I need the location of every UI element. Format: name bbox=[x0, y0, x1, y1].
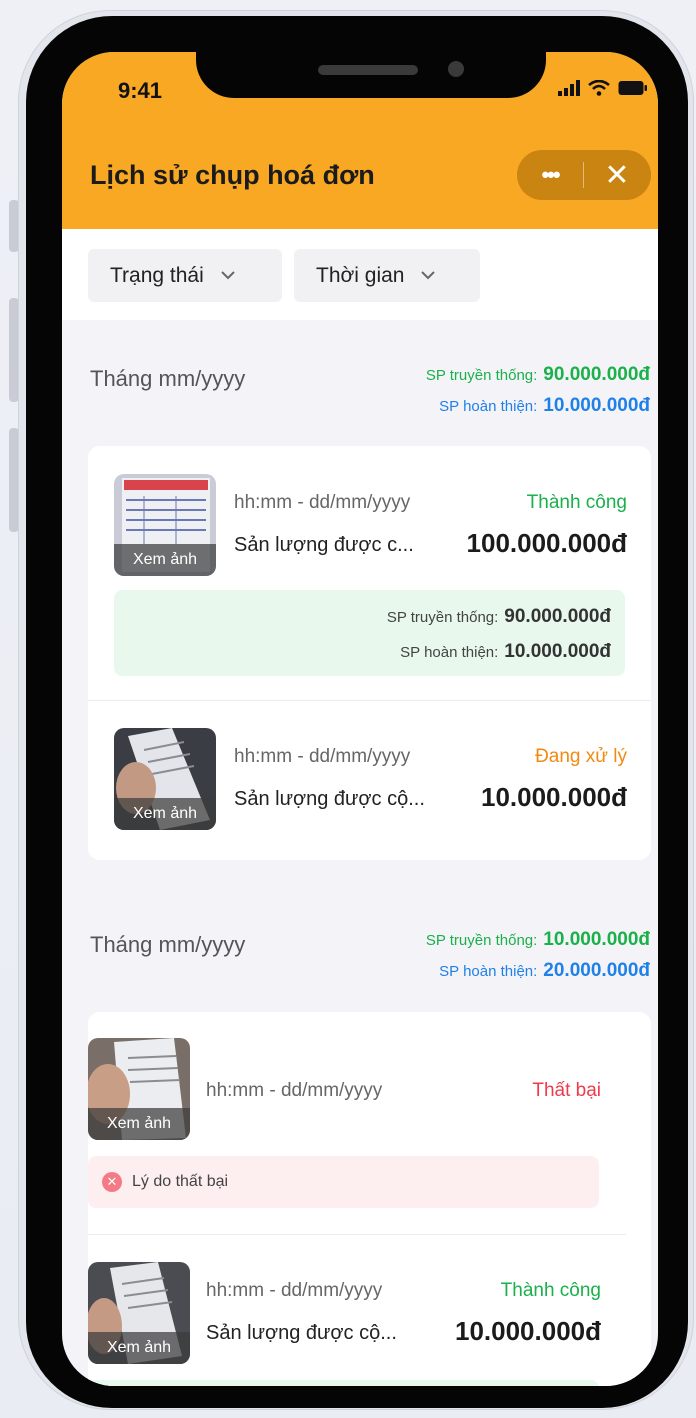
error-icon: ✕ bbox=[102, 1172, 122, 1192]
item-time: hh:mm - dd/mm/yyyy bbox=[206, 1080, 383, 1101]
view-photo-label: Xem ảnh bbox=[88, 1332, 190, 1364]
fail-reason: Lý do thất bại bbox=[132, 1173, 229, 1190]
more-button[interactable]: ••• bbox=[517, 150, 583, 200]
view-photo-label: Xem ảnh bbox=[88, 1108, 190, 1140]
filter-bar: Trạng thái Thời gian bbox=[62, 229, 658, 320]
item-time: hh:mm - dd/mm/yyyy bbox=[234, 746, 411, 767]
month-traditional-total: 10.000.000đ bbox=[543, 929, 650, 950]
battery-icon bbox=[618, 81, 647, 95]
chevron-down-icon bbox=[220, 267, 236, 285]
more-dots-icon: ••• bbox=[541, 162, 560, 187]
item-label: Sản lượng được cộ... bbox=[206, 1322, 397, 1344]
filter-status[interactable]: Trạng thái bbox=[88, 249, 282, 302]
month-totals: SP truyền thống: 90.000.000đ SP hoàn thiệ… bbox=[426, 360, 650, 422]
chevron-down-icon bbox=[420, 267, 436, 285]
divider bbox=[88, 1234, 626, 1235]
page-title: Lịch sử chụp hoá đơn bbox=[90, 160, 375, 190]
invoice-thumbnail[interactable]: Xem ảnh bbox=[114, 728, 216, 830]
invoice-card: Xem ảnh hh:mm - dd/mm/yyyy Thất bại ✕ Lý… bbox=[88, 1012, 651, 1386]
month-label: Tháng mm/yyyy bbox=[90, 366, 246, 391]
status-processing: Đang xử lý bbox=[535, 746, 627, 767]
invoice-thumbnail[interactable]: Xem ảnh bbox=[88, 1038, 190, 1140]
filter-status-label: Trạng thái bbox=[110, 263, 204, 287]
month-finished-total: 10.000.000đ bbox=[543, 395, 650, 416]
invoice-thumbnail[interactable]: Xem ảnh bbox=[114, 474, 216, 576]
view-photo-label: Xem ảnh bbox=[114, 798, 216, 830]
speaker-grille bbox=[318, 65, 418, 75]
item-amount: 10.000.000đ bbox=[454, 1316, 601, 1346]
app-header: 9:41 Lịch sử chụp hoá đơn ••• ✕ bbox=[62, 52, 658, 229]
breakdown-finished: 10.000.000đ bbox=[504, 641, 611, 662]
finished-label: SP hoàn thiện: bbox=[439, 398, 538, 415]
invoice-card: Xem ảnh hh:mm - dd/mm/yyyy Thành công Sả… bbox=[88, 446, 651, 860]
month-finished-total: 20.000.000đ bbox=[543, 960, 650, 981]
month-totals: SP truyền thống: 10.000.000đ SP hoàn thiệ… bbox=[426, 925, 650, 987]
amount-breakdown bbox=[88, 1380, 599, 1386]
signal-icon bbox=[558, 80, 580, 96]
view-photo-label: Xem ảnh bbox=[114, 544, 216, 576]
wifi-icon bbox=[588, 80, 610, 96]
fail-reason-box: ✕ Lý do thất bại bbox=[88, 1156, 599, 1208]
invoice-thumbnail[interactable]: Xem ảnh bbox=[88, 1262, 190, 1364]
status-time: 9:41 bbox=[118, 78, 163, 103]
item-amount: 10.000.000đ bbox=[480, 782, 627, 812]
traditional-label: SP truyền thống: bbox=[425, 367, 538, 384]
front-camera bbox=[448, 61, 464, 77]
item-label: Sản lượng được cộ... bbox=[234, 788, 425, 810]
filter-time[interactable]: Thời gian bbox=[294, 249, 480, 302]
divider bbox=[88, 700, 651, 701]
status-failed: Thất bại bbox=[532, 1080, 601, 1101]
item-time: hh:mm - dd/mm/yyyy bbox=[234, 492, 411, 513]
month-label: Tháng mm/yyyy bbox=[90, 932, 246, 957]
close-button[interactable]: ✕ bbox=[584, 150, 650, 200]
screen: 9:41 Lịch sử chụp hoá đơn ••• ✕ Trạng th… bbox=[62, 52, 658, 1386]
close-icon: ✕ bbox=[604, 158, 630, 192]
mini-app-capsule: ••• ✕ bbox=[517, 150, 651, 200]
finished-label: SP hoàn thiện: bbox=[439, 963, 538, 980]
status-success: Thành công bbox=[500, 1280, 601, 1301]
status-success: Thành công bbox=[526, 492, 627, 513]
filter-time-label: Thời gian bbox=[316, 263, 405, 287]
traditional-label: SP truyền thống: bbox=[386, 609, 499, 626]
item-label: Sản lượng được c... bbox=[234, 534, 414, 556]
finished-label: SP hoàn thiện: bbox=[400, 644, 499, 661]
item-time: hh:mm - dd/mm/yyyy bbox=[206, 1280, 383, 1301]
breakdown-traditional: 90.000.000đ bbox=[504, 606, 611, 627]
device-notch bbox=[196, 52, 546, 98]
item-amount: 100.000.000đ bbox=[466, 528, 627, 558]
amount-breakdown: SP truyền thống: 90.000.000đ SP hoàn thiệ… bbox=[114, 590, 625, 676]
traditional-label: SP truyền thống: bbox=[425, 932, 538, 949]
month-traditional-total: 90.000.000đ bbox=[543, 364, 650, 385]
status-icons bbox=[558, 80, 648, 96]
